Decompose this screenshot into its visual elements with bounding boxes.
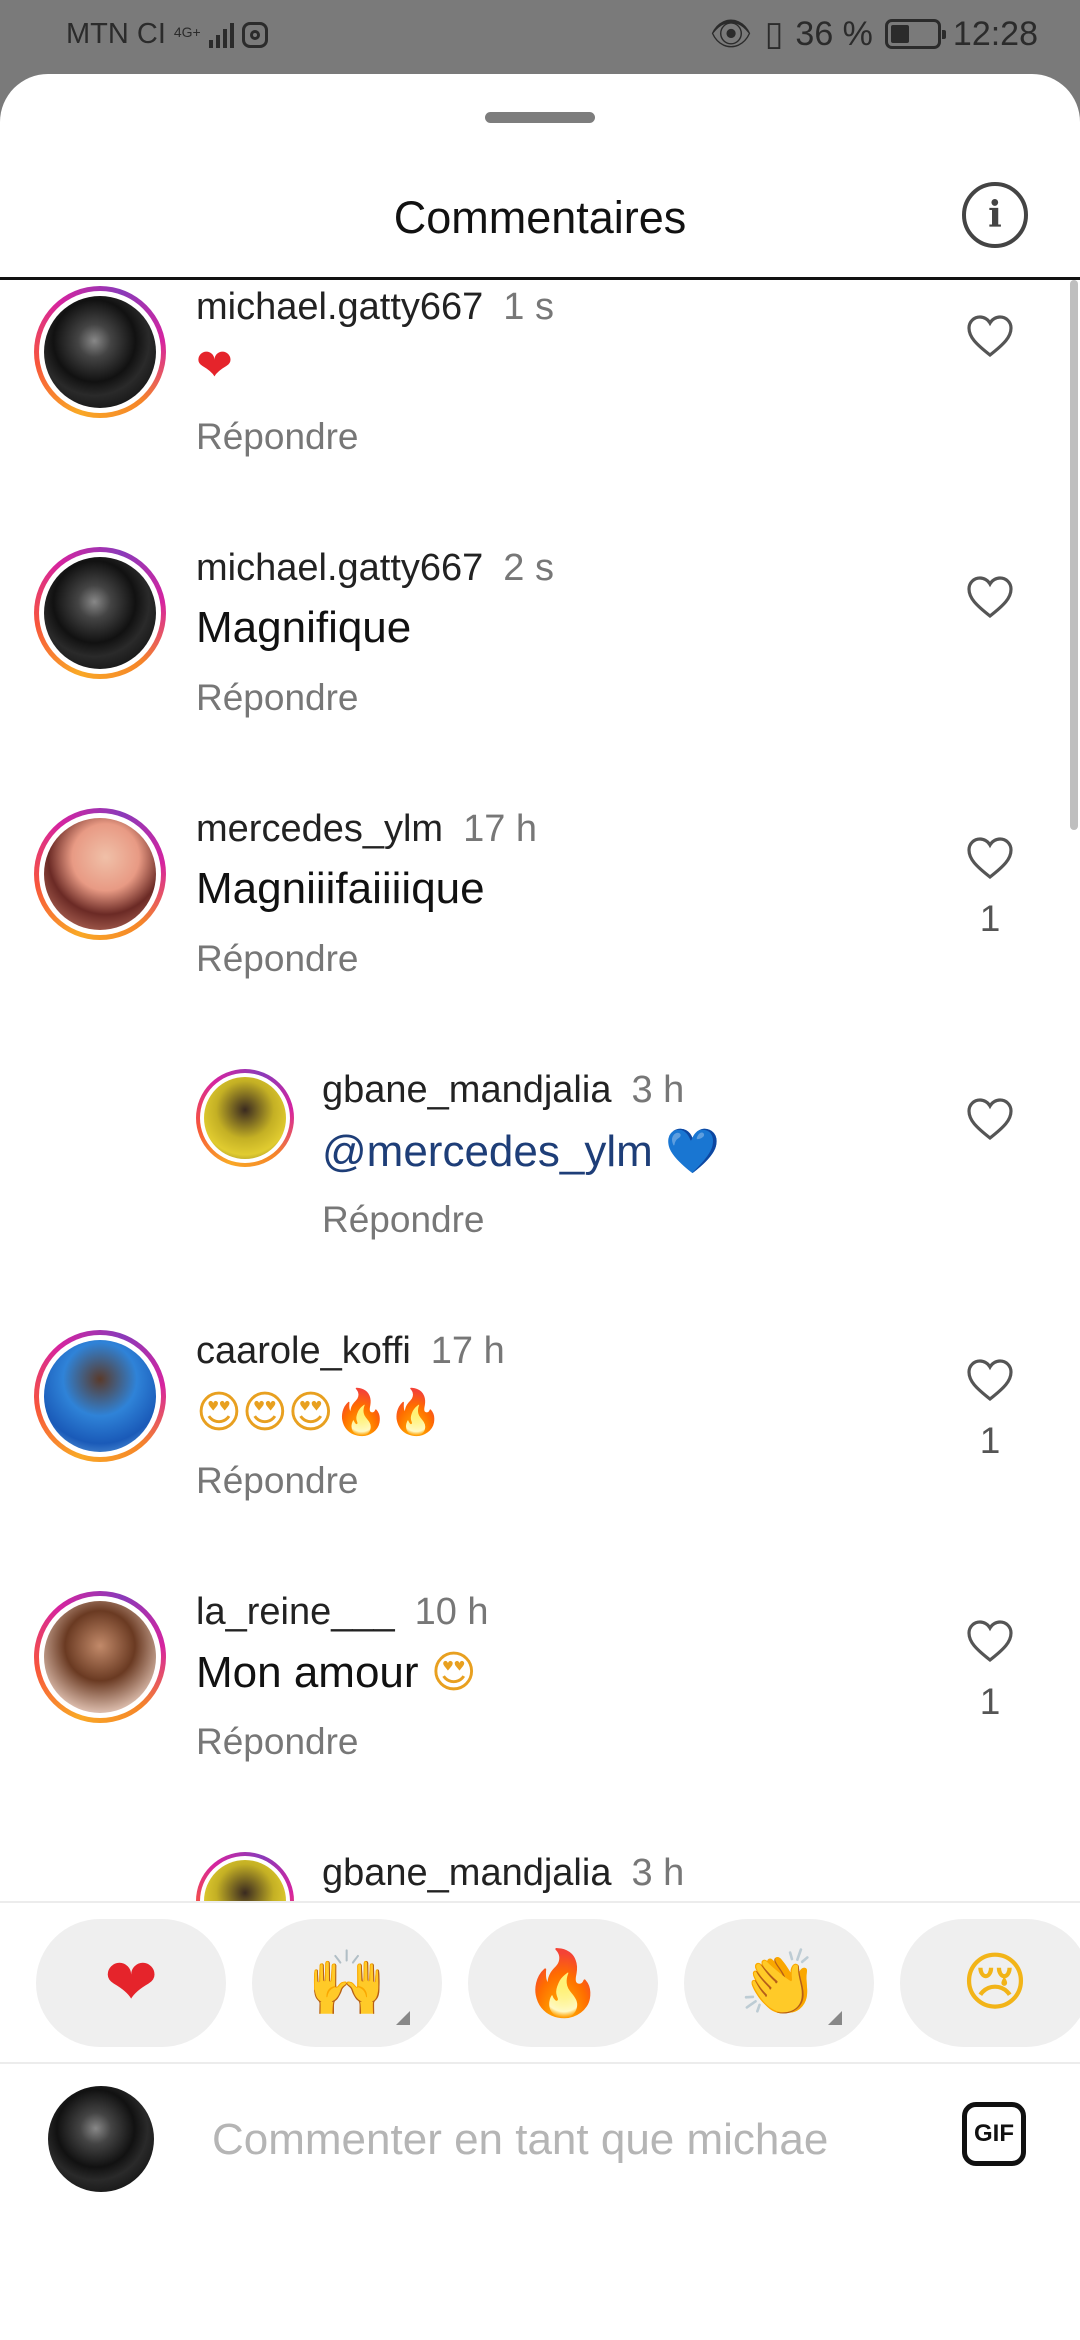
reply-button[interactable]: Répondre (196, 938, 359, 980)
instagram-notification-icon (241, 21, 268, 48)
page-title: Commentaires (393, 192, 687, 243)
comment-username[interactable]: michael.gatty667 (196, 547, 483, 589)
mention-link[interactable]: @mercedes_ylm (322, 1127, 653, 1176)
eye-icon: 👁 (709, 15, 753, 53)
reply-button[interactable]: Répondre (196, 416, 359, 458)
reaction-fire-button[interactable]: 🔥 (468, 1919, 658, 2047)
carrier-label: MTN CI (66, 18, 166, 50)
reaction-heart-button[interactable]: ❤ (36, 1919, 226, 2047)
status-bar: MTN CI 4G+ 👁 ▯ 36 % 12:28 (0, 0, 1080, 76)
quick-reactions-bar: ❤ 🙌 🔥 👏 😢 (0, 1901, 1080, 2063)
comment-text: Magniiifaiiiique (196, 864, 485, 913)
like-heart-icon[interactable] (966, 1097, 1014, 1141)
clap-icon: 👏 (739, 1946, 819, 2021)
comment-input[interactable] (210, 2104, 944, 2176)
reply-item: gbane_mandjalia 3 h (0, 1846, 1060, 1901)
comment-item: michael.gatty667 2 s Magnifique Répondre (0, 541, 1060, 801)
reaction-raised-hands-button[interactable]: 🙌 (252, 1919, 442, 2047)
comment-username[interactable]: caarole_koffi (196, 1330, 411, 1372)
comment-username[interactable]: gbane_mandjalia (322, 1852, 611, 1894)
like-heart-icon[interactable] (966, 1358, 1014, 1402)
battery-icon (884, 19, 946, 49)
avatar[interactable] (34, 1591, 166, 1723)
drag-handle[interactable] (485, 112, 595, 123)
avatar[interactable] (196, 1069, 294, 1167)
comment-time: 1 s (503, 286, 554, 328)
avatar[interactable] (48, 2086, 154, 2192)
comment-text-body: Mon amour (196, 1648, 419, 1697)
comment-time: 17 h (430, 1330, 505, 1372)
reply-button[interactable]: Répondre (322, 1199, 485, 1241)
comment-time: 2 s (503, 547, 554, 589)
heart-eyes-emoji: 😍 (430, 1647, 477, 1698)
like-count[interactable]: 1 (966, 1681, 1014, 1723)
avatar[interactable] (196, 1852, 294, 1901)
status-left: MTN CI 4G+ (66, 18, 268, 51)
skin-tone-indicator (828, 2011, 842, 2025)
comment-username[interactable]: mercedes_ylm (196, 808, 443, 850)
comment-time: 3 h (631, 1069, 685, 1111)
comments-sheet: Commentaires i michael.gatty667 1 s ❤ Rép… (0, 74, 1080, 2340)
info-icon[interactable]: i (962, 182, 1028, 248)
scrollbar[interactable] (1070, 280, 1078, 830)
comment-text: Magnifique (196, 603, 412, 652)
status-right: 👁 ▯ 36 % 12:28 (710, 14, 1038, 54)
like-count[interactable]: 1 (966, 1420, 1014, 1462)
like-heart-icon[interactable] (966, 836, 1014, 880)
comment-username[interactable]: michael.gatty667 (196, 286, 483, 328)
comment-username[interactable]: gbane_mandjalia (322, 1069, 611, 1111)
network-type: 4G+ (173, 23, 201, 40)
reply-item: gbane_mandjalia 3 h @mercedes_ylm 💙 Répon… (0, 1063, 1060, 1323)
reply-button[interactable]: Répondre (196, 677, 359, 719)
reaction-crying-button[interactable]: 😢 (900, 1919, 1080, 2047)
comment-item: michael.gatty667 1 s ❤ Répondre (0, 280, 1060, 540)
comment-text: ❤ (196, 340, 233, 391)
reply-button[interactable]: Répondre (196, 1721, 359, 1763)
comment-text: 😍😍😍🔥🔥 (196, 1387, 444, 1438)
comment-text: Mon amour 😍 (196, 1647, 477, 1698)
clock: 12:28 (952, 14, 1038, 53)
signal-icon (208, 22, 234, 48)
like-heart-icon[interactable] (966, 314, 1014, 358)
avatar[interactable] (34, 547, 166, 679)
blue-heart-emoji: 💙 (665, 1126, 720, 1177)
raised-hands-icon: 🙌 (307, 1946, 387, 2021)
reply-button[interactable]: Répondre (196, 1460, 359, 1502)
comment-time: 10 h (414, 1591, 489, 1633)
like-heart-icon[interactable] (966, 1619, 1014, 1663)
like-heart-icon[interactable] (966, 575, 1014, 619)
avatar[interactable] (34, 286, 166, 418)
battery-percent: 36 % (795, 14, 873, 53)
avatar[interactable] (34, 1330, 166, 1462)
comment-time: 3 h (631, 1852, 685, 1894)
comment-username[interactable]: la_reine___ (196, 1591, 395, 1633)
comment-item: la_reine___ 10 h Mon amour 😍 Répondre 1 (0, 1585, 1060, 1845)
like-count[interactable]: 1 (966, 898, 1014, 940)
gif-button[interactable]: GIF (962, 2102, 1026, 2166)
comment-item: caarole_koffi 17 h 😍😍😍🔥🔥 Répondre 1 (0, 1324, 1060, 1584)
comment-text: @mercedes_ylm 💙 (322, 1125, 720, 1177)
comment-composer: GIF (0, 2062, 1080, 2340)
reaction-clap-button[interactable]: 👏 (684, 1919, 874, 2047)
avatar[interactable] (34, 808, 166, 940)
skin-tone-indicator (396, 2011, 410, 2025)
comment-time: 17 h (463, 808, 538, 850)
vibrate-icon: ▯ (764, 15, 784, 53)
comment-item: mercedes_ylm 17 h Magniiifaiiiique Répond… (0, 802, 1060, 1062)
